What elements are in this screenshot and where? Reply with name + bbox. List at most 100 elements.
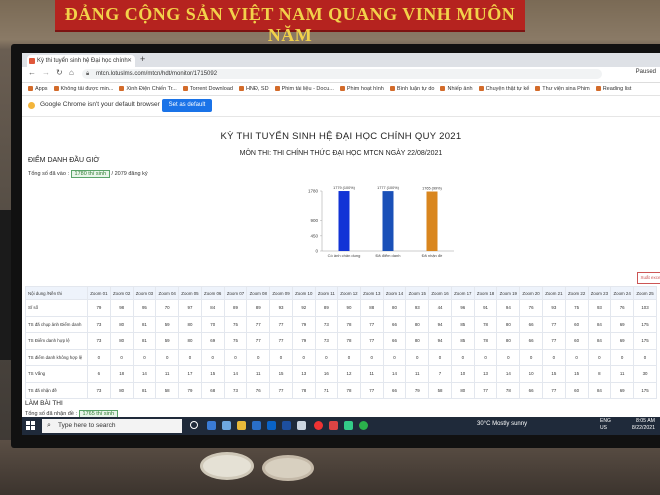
table-cell: 77 [359,332,384,350]
bookmark-item[interactable]: Apps [28,83,48,95]
table-cell: 175 [633,332,657,350]
y-tick-label: 0 [315,249,318,254]
export-button[interactable]: Xuất exce [637,272,660,284]
folder-icon[interactable] [237,421,246,430]
table-row: TS Điểm danh hợp lệ 73 80 81 59 80 69 75 77 77 79 7… [25,332,657,350]
chrome-icon[interactable] [314,421,323,430]
table-cell: 96 [450,299,475,317]
table-cell: 80 [109,381,134,399]
table-cell: 15 [564,365,589,383]
y-tick-label: 450 [310,233,318,238]
bookmark-item[interactable]: Bình luận tự do [389,83,435,95]
app-icon[interactable] [329,421,338,430]
new-tab-icon[interactable]: + [140,54,145,64]
row-label: TS điểm danh không hợp lệ [25,348,88,366]
bookmark-icon [119,86,125,92]
bookmark-item[interactable]: Phim tài liệu - Docu... [274,83,334,95]
lang-code: ENG [600,418,611,424]
column-header: Zoom 09 [269,286,293,300]
word-icon[interactable] [282,421,291,430]
bookmark-item[interactable]: Reading list [595,83,631,95]
table-cell: 84 [587,315,612,333]
table-cell: 78 [337,332,361,350]
windows-start-icon[interactable] [26,421,35,430]
table-cell: 81 [132,315,157,333]
table-cell: 77 [541,381,566,399]
table-cell: 59 [155,332,180,350]
column-header: Zoom 11 [314,286,339,300]
bookmark-item[interactable]: Torrent Download [182,83,233,95]
close-icon[interactable]: ✕ [127,55,132,67]
bookmark-item[interactable]: Không tải được min... [53,83,113,95]
table-cell: 60 [564,381,589,399]
bookmark-item[interactable]: Chuyện thật tự kể [478,83,529,95]
table-cell: 80 [496,332,521,350]
home-icon[interactable]: ⌂ [69,68,74,77]
spotify-icon[interactable] [359,421,368,430]
table-cell: 85 [450,315,475,333]
table-cell: 0 [633,348,657,366]
column-header: Zoom 07 [223,286,248,300]
y-tick-label: 1780 [308,189,319,194]
section-checkin-title: ĐIỂM DANH ĐẦU GIỜ [28,157,100,164]
app-icon[interactable] [297,421,306,430]
table-cell: 84 [200,299,225,317]
mail-icon[interactable] [267,421,276,430]
app-icon[interactable] [207,421,216,430]
edge-icon[interactable] [222,421,231,430]
bookmark-item[interactable]: Thư viện sina Phim [535,83,590,95]
column-header: Zoom 17 [450,286,475,300]
table-cell: 89 [223,299,248,317]
profile-button[interactable]: Paused [636,69,656,75]
task-view-icon[interactable] [190,421,198,429]
column-header: Zoom 25 [633,286,657,300]
screen: Kỳ thi tuyển sinh hệ Đại học chính ✕ + ←… [22,53,660,435]
table-cell: 18 [109,365,134,383]
bookmark-item[interactable]: Xinh Điện Chiến Tr... [119,83,177,95]
table-cell: 14 [132,365,157,383]
browser-tab[interactable]: Kỳ thi tuyển sinh hệ Đại học chính ✕ [27,55,135,67]
table-cell: 90 [337,299,361,317]
column-header: Zoom 10 [291,286,316,300]
column-header: Zoom 12 [337,286,361,300]
table-cell: 85 [450,332,475,350]
table-cell: 73 [87,381,111,399]
url-input[interactable]: 🔒︎ mtcn.lotuslms.com/mtcn/hdt/monitor/17… [82,69,602,79]
table-cell: 0 [337,348,361,366]
table-cell: 0 [382,348,407,366]
row-label: TS đã nhận đề [25,381,88,399]
table-cell: 11 [610,365,635,383]
column-header: Zoom 05 [178,286,202,300]
set-default-button[interactable]: Set as default [162,99,212,112]
table-cell: 58 [428,381,452,399]
category-label: Đã nhận đề [422,253,443,258]
store-icon[interactable] [252,421,261,430]
bookmark-icon [440,86,446,92]
table-cell: 0 [610,348,635,366]
table-cell: 73 [314,332,339,350]
taskbar-search[interactable]: ⌕ Type here to search [42,419,182,433]
bookmark-label: Bình luận tự do [396,86,435,92]
wall-banner: ĐẢNG CỘNG SẢN VIỆT NAM QUANG VINH MUÔN N… [55,0,525,45]
table-cell: 78 [496,381,521,399]
table-cell: 0 [155,348,180,366]
table-cell: 78 [473,315,498,333]
bookmark-item[interactable]: Nhiếp ảnh [440,83,473,95]
table-cell: 0 [428,348,452,366]
language-indicator[interactable]: ENG US [600,418,611,432]
taskbar: ⌕ Type here to search 30°C Mostly sunny … [22,417,660,435]
app-icon[interactable] [344,421,353,430]
weather-widget[interactable]: 30°C Mostly sunny [477,421,527,427]
column-header: Zoom 13 [359,286,384,300]
table-cell: 91 [473,299,498,317]
back-icon[interactable]: ← [28,68,36,77]
clock[interactable]: 8:05 AM 8/22/2021 [619,418,655,432]
reload-icon[interactable]: ↻ [56,68,63,77]
table-cell: 14 [223,365,248,383]
table-cell: 14 [382,365,407,383]
bookmark-item[interactable]: Phim hoạt hình [339,83,384,95]
bookmark-item[interactable]: HNĐ, SD [238,83,269,95]
forward-icon[interactable]: → [42,68,50,77]
table-cell: 175 [633,381,657,399]
table-cell: 75 [564,299,589,317]
